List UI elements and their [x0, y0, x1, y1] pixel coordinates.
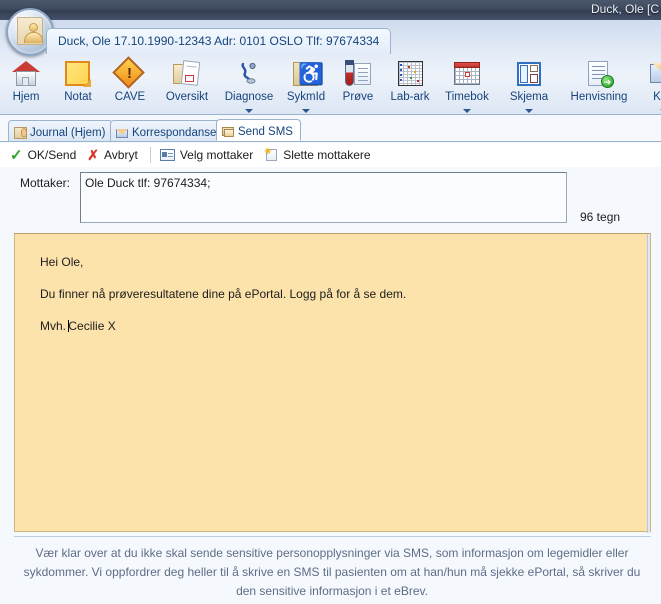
tab-send-sms[interactable]: Send SMS [216, 119, 301, 141]
warning-icon: ! [112, 56, 146, 89]
toolbar-button-notat[interactable]: Notat [52, 56, 104, 114]
toolbar-button-korr[interactable]: Korr [638, 56, 661, 114]
tab-journal-hjem-label: Journal (Hjem) [30, 126, 106, 139]
toolbar-button-hjem[interactable]: Hjem [0, 56, 52, 114]
send-sms-panel: Journal (Hjem) Korrespondanse Send SMS ✓… [0, 116, 661, 604]
calendar-icon [451, 59, 483, 89]
velg-mottaker-button[interactable]: Velg mottaker [156, 146, 260, 164]
character-counter: 96 tegn [580, 210, 621, 224]
message-line-3-after-caret: Cecilie X [68, 319, 116, 333]
message-scrollbar[interactable] [647, 234, 650, 533]
referral-icon: ➔ [583, 59, 615, 89]
toolbar-button-prove[interactable]: Prøve [332, 56, 384, 114]
tab-journal-hjem[interactable]: Journal (Hjem) [8, 120, 114, 141]
toolbar-label-korr: Korr [653, 91, 661, 103]
toolbar-label-oversikt: Oversikt [165, 91, 209, 103]
toolbar-button-henvisning[interactable]: ➔ Henvisning [560, 56, 638, 114]
sms-message-input[interactable]: Hei Ole, Du finner nå prøveresultatene d… [14, 233, 651, 533]
wheelchair-icon: ♿ [290, 59, 324, 89]
toolbar-button-cave[interactable]: ! CAVE [104, 56, 156, 114]
patient-context-tab-label: Duck, Ole 17.10.1990-12343 Adr: 0101 OSL… [58, 34, 380, 48]
test-tube-icon [342, 59, 374, 89]
recipient-value: Ole Duck tlf: 97674334; [85, 176, 211, 190]
cross-icon: ✗ [87, 146, 100, 163]
lab-grid-icon [394, 59, 426, 89]
velg-mottaker-label: Velg mottaker [179, 148, 254, 162]
note-icon [62, 59, 94, 89]
toolbar-button-skjema[interactable]: Skjema [498, 56, 560, 114]
ribbon-button-row: Hjem Notat ! CAVE Oversikt Diagnose ♿ Sy… [0, 56, 661, 114]
toolbar-button-diagnose[interactable]: Diagnose [218, 56, 280, 114]
message-line-3-before-caret: Mvh. [40, 319, 70, 333]
overview-icon [171, 59, 203, 89]
form-icon [513, 59, 545, 89]
ribbon-toolbar-area: Duck, Ole 17.10.1990-12343 Adr: 0101 OSL… [0, 8, 661, 115]
document-tab-strip: Journal (Hjem) Korrespondanse Send SMS [0, 119, 661, 142]
avbryt-button[interactable]: ✗ Avbryt [83, 146, 145, 164]
chevron-down-icon[interactable] [525, 109, 533, 113]
chevron-down-icon[interactable] [302, 109, 310, 113]
message-line-2: Du finner nå prøveresultatene dine på eP… [40, 287, 407, 301]
tab-korrespondanse-label: Korrespondanse [132, 126, 217, 139]
toolbar-label-sykmld: SykmId [286, 91, 326, 103]
journal-icon [14, 126, 27, 139]
ok-send-button[interactable]: ✓ OK/Send [6, 146, 83, 164]
toolbar-label-skjema: Skjema [509, 91, 549, 103]
footer-divider [14, 536, 651, 537]
slette-mottakere-button[interactable]: ✷ Slette mottakere [260, 146, 377, 164]
toolbar-label-henvisning: Henvisning [570, 91, 628, 103]
toolbar-label-diagnose: Diagnose [224, 91, 274, 103]
delete-page-icon: ✷ [263, 147, 278, 162]
tab-send-sms-label: Send SMS [238, 125, 293, 138]
envelope-icon [116, 127, 129, 139]
stethoscope-icon [233, 59, 265, 89]
toolbar-label-prove: Prøve [342, 91, 374, 103]
window-title-bar: Duck, Ole [C [0, 0, 661, 20]
contact-card-icon [159, 149, 175, 161]
toolbar-label-hjem: Hjem [12, 91, 40, 103]
patient-context-tab[interactable]: Duck, Ole 17.10.1990-12343 Adr: 0101 OSL… [46, 28, 392, 54]
sms-message-text: Hei Ole, Du finner nå prøveresultatene d… [20, 238, 640, 350]
slette-mottakere-label: Slette mottakere [283, 148, 371, 162]
chevron-down-icon[interactable] [463, 109, 471, 113]
tab-korrespondanse[interactable]: Korrespondanse [110, 120, 225, 141]
command-separator [149, 147, 151, 163]
window-title: Duck, Ole [C [590, 2, 659, 16]
house-icon [10, 59, 42, 89]
toolbar-button-oversikt[interactable]: Oversikt [156, 56, 218, 114]
toolbar-label-notat: Notat [64, 91, 92, 103]
sensitive-info-warning: Vær klar over at du ikke skal sende sens… [23, 546, 641, 598]
toolbar-button-timebok[interactable]: Timebok [436, 56, 498, 114]
orb-person-body-icon [24, 32, 43, 43]
recipient-label: Mottaker: [20, 176, 71, 190]
toolbar-button-lab-ark[interactable]: Lab-ark [384, 56, 436, 114]
sms-command-bar: ✓ OK/Send ✗ Avbryt Velg mottaker ✷ Slett… [0, 143, 661, 167]
ok-send-label: OK/Send [27, 148, 77, 162]
checkmark-icon: ✓ [10, 146, 23, 164]
envelope-icon [648, 59, 661, 89]
sms-icon [222, 126, 235, 138]
toolbar-label-cave: CAVE [114, 91, 146, 103]
chevron-down-icon[interactable] [245, 109, 253, 113]
recipient-input[interactable]: Ole Duck tlf: 97674334; [80, 172, 567, 223]
avbryt-label: Avbryt [104, 148, 138, 162]
toolbar-label-lab-ark: Lab-ark [390, 91, 430, 103]
orb-person-head-icon [29, 23, 38, 32]
toolbar-button-sykmld[interactable]: ♿ SykmId [280, 56, 332, 114]
toolbar-label-timebok: Timebok [445, 91, 489, 103]
message-line-1: Hei Ole, [40, 255, 84, 269]
